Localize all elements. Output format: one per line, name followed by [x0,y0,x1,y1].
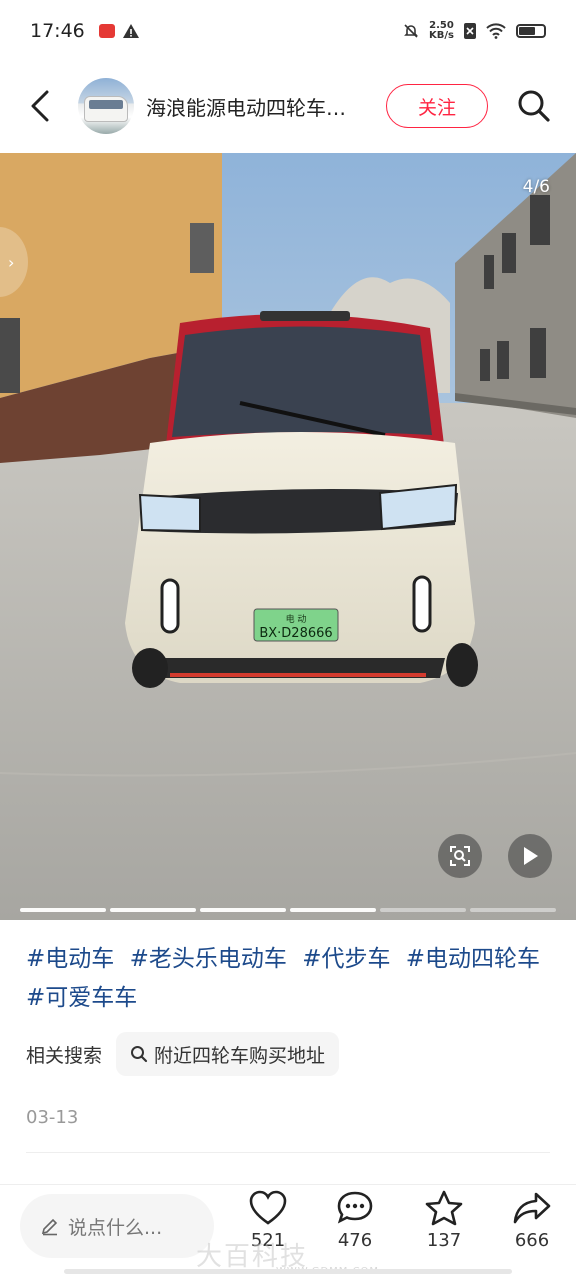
favorite-button[interactable]: 137 [413,1190,475,1251]
hashtag-link[interactable]: #代步车 [302,946,390,972]
author-name[interactable]: 海浪能源电动四轮车… [146,92,372,121]
battery-icon [516,24,546,38]
pencil-icon [41,1218,58,1236]
post-date: 03-13 [26,1107,79,1128]
plate-number: BX·D28666 [259,626,332,641]
slide-progress-segment [200,908,286,912]
image-counter: 4/6 [522,177,550,197]
notification-app-icon [98,24,115,38]
scan-button[interactable] [438,834,482,878]
slide-progress-segment [380,908,466,912]
slide-progress [20,908,556,912]
post-image[interactable]: 电 动 BX·D28666 › 4/6 [0,153,576,920]
comment-count: 476 [337,1230,373,1251]
search-icon[interactable] [516,88,552,124]
comment-input[interactable]: 说点什么... [20,1194,214,1258]
net-speed-unit: KB/s [429,30,454,41]
heart-icon [249,1190,287,1225]
sim-x-icon [464,23,476,39]
home-indicator[interactable] [64,1269,512,1274]
follow-button[interactable]: 关注 [386,84,488,128]
wifi-icon [486,23,506,39]
hashtag-list: #电动车 #老头乐电动车 #代步车 #电动四轮车 #可爱车车 [26,940,556,1018]
slide-progress-segment [20,908,106,912]
status-left-icons [98,24,139,38]
chevron-right-icon: › [8,253,15,272]
share-count: 666 [514,1230,550,1251]
author-avatar[interactable] [78,78,134,134]
slide-progress-segment [470,908,556,912]
play-button[interactable] [508,834,552,878]
plate-top-text: 电 动 [286,613,307,625]
comment-bubble-icon [337,1191,373,1224]
divider [26,1152,550,1153]
car-photo: 电 动 BX·D28666 [0,153,576,920]
scan-icon [450,846,470,866]
divider [0,1184,576,1185]
related-search-query: 附近四轮车购买地址 [154,1044,326,1067]
favorite-count: 137 [426,1230,462,1251]
back-icon[interactable] [22,88,58,124]
net-speed: 2.50 KB/s [429,21,454,41]
star-icon [425,1190,463,1226]
slide-progress-segment [290,908,376,912]
search-icon [131,1046,148,1063]
comment-button[interactable]: 476 [324,1190,386,1251]
share-icon [513,1192,551,1224]
status-bar: 17:46 2.50 KB/s [0,0,576,62]
related-search-label: 相关搜索 [26,1044,103,1067]
comment-placeholder: 说点什么... [68,1216,163,1239]
status-time: 17:46 [30,20,85,42]
play-icon [524,847,538,865]
slide-progress-segment [110,908,196,912]
mute-bell-icon [404,24,418,38]
hashtag-link[interactable]: #电动车 [26,946,114,972]
status-right: 2.50 KB/s [403,21,546,41]
related-search-chip[interactable]: 附近四轮车购买地址 [116,1032,340,1076]
post-header: 海浪能源电动四轮车… 关注 [0,62,576,150]
share-button[interactable]: 666 [501,1190,563,1251]
hashtag-link[interactable]: #电动四轮车 [406,946,540,972]
related-search: 相关搜索 附近四轮车购买地址 [26,1032,340,1076]
warning-icon [122,24,139,38]
hashtag-link[interactable]: #老头乐电动车 [130,946,287,972]
hashtag-link[interactable]: #可爱车车 [26,985,137,1011]
